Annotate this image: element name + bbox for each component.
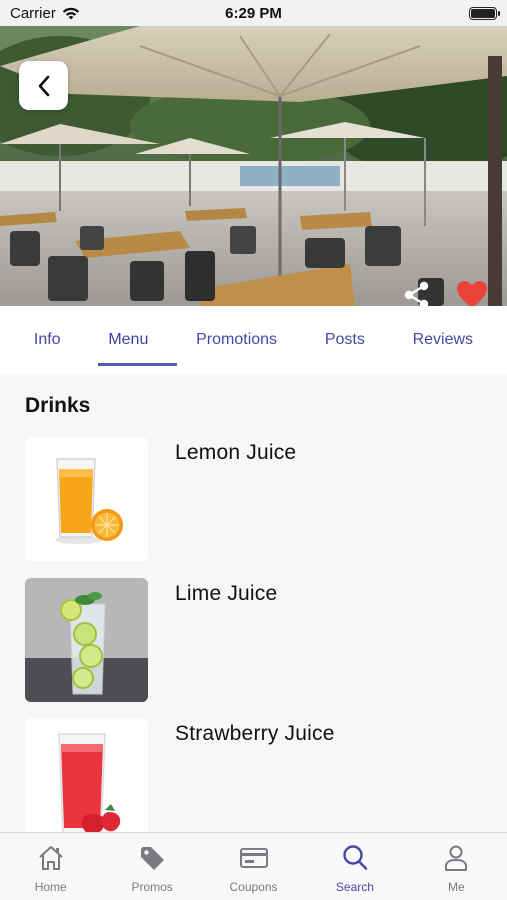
tabbar-home[interactable]: Home: [0, 833, 101, 900]
tab-promotions[interactable]: Promotions: [192, 323, 281, 357]
person-icon: [441, 843, 471, 873]
tab-menu[interactable]: Menu: [104, 323, 152, 357]
favorite-button[interactable]: [455, 279, 489, 306]
restaurant-tabs: Info Menu Promotions Posts Reviews: [0, 306, 507, 374]
restaurant-hero-image: [0, 26, 507, 306]
home-icon: [36, 843, 66, 873]
bottom-tab-bar: Home Promos Coupons Search Me: [0, 832, 507, 900]
menu-item-name: Lemon Juice: [175, 441, 297, 464]
tabbar-promos[interactable]: Promos: [101, 833, 202, 900]
menu-item-lemon-juice[interactable]: Lemon Juice: [25, 437, 485, 561]
status-bar: Carrier 6:29 PM: [0, 0, 507, 26]
status-left: Carrier: [10, 5, 80, 22]
tabbar-label: Search: [335, 880, 374, 894]
battery-icon: [469, 6, 500, 20]
search-icon: [340, 843, 370, 873]
tab-info[interactable]: Info: [30, 323, 65, 357]
tabbar-search[interactable]: Search: [304, 833, 405, 900]
menu-item-name: Strawberry Juice: [175, 722, 335, 745]
tabbar-label: Coupons: [229, 880, 278, 894]
tab-posts[interactable]: Posts: [321, 323, 369, 357]
back-button[interactable]: [19, 61, 68, 110]
lemon-juice-photo: [25, 437, 148, 561]
menu-item-strawberry-juice[interactable]: Strawberry Juice: [25, 718, 485, 842]
menu-item-name: Lime Juice: [175, 582, 278, 605]
back-icon: [38, 75, 49, 96]
heart-icon: [457, 281, 487, 306]
wifi-icon: [62, 7, 80, 19]
tabbar-label: Home: [34, 880, 67, 894]
tag-icon: [137, 843, 167, 873]
share-icon: [404, 281, 429, 306]
carrier-label: Carrier: [10, 4, 56, 22]
section-title-drinks: Drinks: [25, 394, 91, 417]
menu-item-lime-juice[interactable]: Lime Juice: [25, 578, 485, 702]
tabbar-label: Me: [447, 880, 465, 894]
tabbar-coupons[interactable]: Coupons: [203, 833, 304, 900]
tabbar-me[interactable]: Me: [406, 833, 507, 900]
coupon-card-icon: [239, 843, 269, 873]
lime-juice-photo: [25, 578, 148, 702]
patio-illustration: [0, 26, 507, 306]
share-button[interactable]: [401, 279, 433, 306]
active-tab-indicator: [98, 363, 177, 366]
tab-reviews[interactable]: Reviews: [409, 323, 477, 357]
strawberry-juice-photo: [25, 718, 148, 842]
tabbar-label: Promos: [131, 880, 173, 894]
